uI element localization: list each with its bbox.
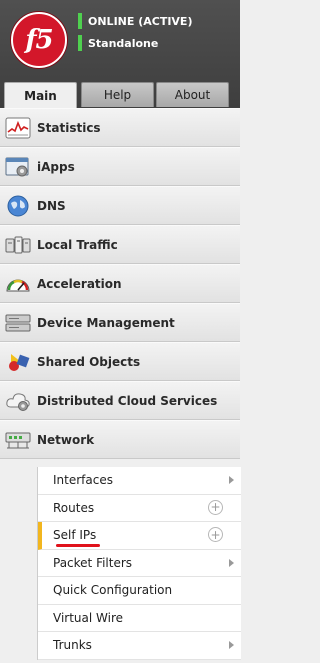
nav-item-local-traffic[interactable]: Local Traffic <box>0 225 240 264</box>
submenu-item-quick-configuration[interactable]: Quick Configuration <box>38 577 241 605</box>
expand-arrow-icon[interactable] <box>229 558 234 567</box>
submenu-label: Trunks <box>53 638 92 653</box>
network-submenu: Interfaces Routes + Self IPs + Packet Fi… <box>37 467 241 660</box>
statistics-icon <box>4 115 32 141</box>
nav-item-device-management[interactable]: Device Management <box>0 303 240 342</box>
status-indicator-2 <box>78 35 82 51</box>
nav-item-statistics[interactable]: Statistics <box>0 108 240 147</box>
add-plus-icon[interactable]: + <box>208 499 223 515</box>
submenu-item-routes[interactable]: Routes + <box>38 495 241 522</box>
status-state: ONLINE (ACTIVE) <box>88 14 193 28</box>
nav-label: Distributed Cloud Services <box>37 393 218 408</box>
expand-arrow-icon[interactable] <box>229 476 234 484</box>
submenu-label: Interfaces <box>53 473 113 488</box>
tab-help[interactable]: Help <box>81 82 154 107</box>
main-navigation: Statistics iApps DNS Local Traffic Accel… <box>0 108 240 459</box>
nav-item-shared-objects[interactable]: Shared Objects <box>0 342 240 381</box>
nav-label: Device Management <box>37 315 175 330</box>
submenu-item-trunks[interactable]: Trunks <box>38 632 241 660</box>
submenu-item-interfaces[interactable]: Interfaces <box>38 467 241 495</box>
nav-label: Acceleration <box>37 276 122 291</box>
tab-about[interactable]: About <box>156 82 229 107</box>
submenu-item-virtual-wire[interactable]: Virtual Wire <box>38 605 241 632</box>
nav-item-acceleration[interactable]: Acceleration <box>0 264 240 303</box>
add-plus-icon[interactable]: + <box>208 527 223 542</box>
acceleration-gauge-icon <box>4 271 32 297</box>
main-tabs: Main Help About <box>0 82 240 109</box>
iapps-icon <box>4 154 32 180</box>
submenu-item-self-ips[interactable]: Self IPs + <box>38 522 241 550</box>
submenu-label: Routes <box>53 500 95 515</box>
submenu-label: Quick Configuration <box>53 583 173 598</box>
nav-label: iApps <box>37 159 75 174</box>
submenu-label: Self IPs <box>53 528 97 543</box>
cloud-services-icon <box>4 388 32 414</box>
system-status: ONLINE (ACTIVE) Standalone <box>78 10 192 54</box>
nav-label: Statistics <box>37 120 101 135</box>
nav-item-dns[interactable]: DNS <box>0 186 240 225</box>
f5-logo[interactable]: f5 <box>11 12 67 68</box>
submenu-label: Packet Filters <box>53 555 133 570</box>
shared-objects-icon <box>4 349 32 375</box>
nav-item-network[interactable]: Network <box>0 420 240 459</box>
device-management-icon <box>4 310 32 336</box>
nav-item-distributed-cloud-services[interactable]: Distributed Cloud Services <box>0 381 240 420</box>
submenu-item-packet-filters[interactable]: Packet Filters <box>38 550 241 577</box>
nav-item-iapps[interactable]: iApps <box>0 147 240 186</box>
red-underline-annotation <box>56 543 100 547</box>
status-mode: Standalone <box>88 36 159 50</box>
dns-globe-icon <box>4 193 32 219</box>
nav-label: Network <box>37 432 95 447</box>
top-header: f5 ONLINE (ACTIVE) Standalone Main Help … <box>0 0 240 109</box>
status-indicator <box>78 13 82 29</box>
tab-main[interactable]: Main <box>4 82 77 109</box>
local-traffic-icon <box>4 232 32 258</box>
nav-label: Local Traffic <box>37 237 118 252</box>
network-icon <box>4 427 32 453</box>
expand-arrow-icon[interactable] <box>229 641 234 649</box>
nav-label: DNS <box>37 198 66 213</box>
submenu-label: Virtual Wire <box>53 610 124 625</box>
nav-label: Shared Objects <box>37 354 141 369</box>
